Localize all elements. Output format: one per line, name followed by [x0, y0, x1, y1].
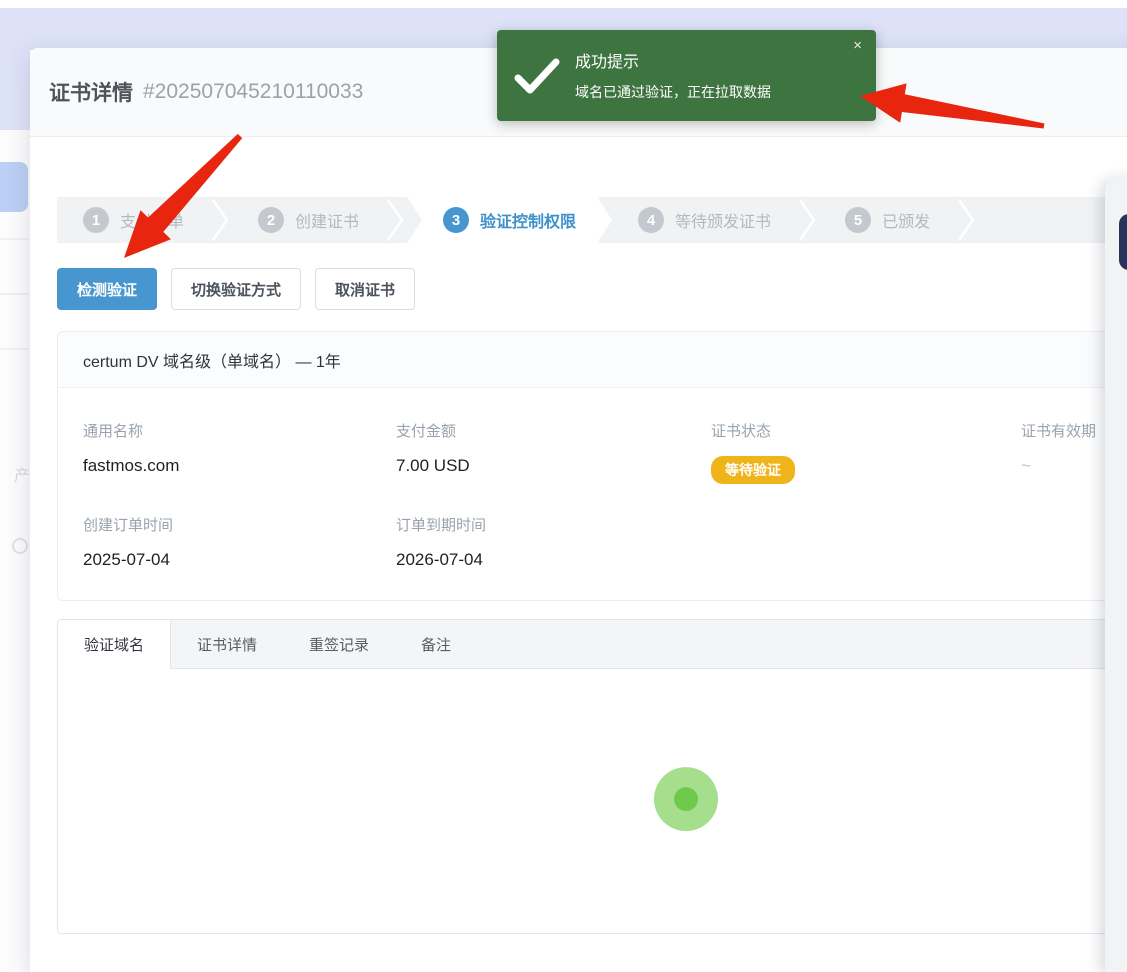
chevron-separator-icon [210, 197, 232, 243]
order-id: #202507045210110033 [143, 80, 363, 104]
tab-verify-domain[interactable]: 验证域名 [58, 620, 171, 669]
background-active-menu-item [0, 162, 28, 212]
step-pay-order: 1 支付订单 [57, 197, 210, 243]
step-create-cert: 2 创建证书 [232, 197, 385, 243]
modal-title: 证书详情 [49, 77, 133, 107]
field-cert-status: 证书状态 等待验证 [711, 420, 1021, 484]
field-value: 7.00 USD [396, 456, 711, 476]
field-payment-amount: 支付金额 7.00 USD [396, 420, 711, 484]
certificate-fields-grid: 通用名称 fastmos.com 支付金额 7.00 USD 证书状态 等待验证… [58, 388, 1127, 600]
cancel-certificate-button[interactable]: 取消证书 [315, 268, 415, 310]
step-issued: 5 已颁发 [819, 197, 956, 243]
step-number-badge: 3 [443, 207, 469, 233]
field-label: 订单到期时间 [396, 514, 711, 535]
tab-content-panel [58, 669, 1127, 933]
loading-spinner [654, 767, 718, 831]
background-banner-left [0, 50, 30, 130]
background-divider [0, 348, 29, 350]
chevron-separator-icon [385, 197, 407, 243]
step-number-badge: 5 [845, 207, 871, 233]
field-value: fastmos.com [83, 456, 396, 476]
tab-bar: 验证域名 证书详情 重签记录 备注 [58, 620, 1127, 669]
background-divider [0, 293, 29, 295]
step-verify-control: 3 验证控制权限 [407, 197, 612, 243]
step-number-badge: 4 [638, 207, 664, 233]
field-label: 支付金额 [396, 420, 711, 441]
switch-verification-method-button[interactable]: 切换验证方式 [171, 268, 301, 310]
background-search-icon [12, 538, 28, 554]
side-panel-button[interactable] [1119, 214, 1127, 270]
check-verification-button[interactable]: 检测验证 [57, 268, 157, 310]
background-text-fragment: 产 [14, 462, 30, 486]
background-top-strip [0, 0, 1127, 8]
tab-cert-details[interactable]: 证书详情 [171, 620, 283, 668]
field-label: 创建订单时间 [83, 514, 396, 535]
loading-spinner-core [674, 787, 698, 811]
step-wait-issue: 4 等待颁发证书 [612, 197, 797, 243]
success-toast: 成功提示 域名已通过验证，正在拉取数据 × [497, 30, 876, 121]
tab-resign-records[interactable]: 重签记录 [283, 620, 395, 668]
field-common-name: 通用名称 fastmos.com [83, 420, 396, 484]
certificate-info-card: certum DV 域名级（单域名） — 1年 通用名称 fastmos.com… [57, 331, 1127, 601]
toast-title: 成功提示 [575, 48, 639, 72]
step-label: 已颁发 [882, 208, 930, 232]
success-check-icon [513, 56, 561, 101]
field-value: 2026-07-04 [396, 550, 711, 570]
modal-body: 1 支付订单 2 创建证书 3 验证控制权限 4 等待颁发证书 [30, 197, 1127, 934]
tab-remarks[interactable]: 备注 [395, 620, 477, 668]
field-value: 2025-07-04 [83, 550, 396, 570]
step-label: 支付订单 [120, 208, 184, 232]
step-number-badge: 2 [258, 207, 284, 233]
action-button-row: 检测验证 切换验证方式 取消证书 [57, 268, 1127, 310]
close-icon[interactable]: × [853, 38, 862, 53]
toast-message: 域名已通过验证，正在拉取数据 [575, 82, 771, 102]
step-label: 创建证书 [295, 208, 359, 232]
step-label: 等待颁发证书 [675, 208, 771, 232]
field-label: 证书状态 [711, 420, 1021, 441]
floating-side-panel [1105, 177, 1127, 972]
step-label: 验证控制权限 [480, 208, 576, 232]
certificate-product-title: certum DV 域名级（单域名） — 1年 [58, 332, 1127, 388]
status-badge: 等待验证 [711, 456, 795, 484]
field-order-created: 创建订单时间 2025-07-04 [83, 514, 396, 570]
chevron-separator-icon [956, 197, 978, 243]
background-divider [0, 238, 29, 240]
step-number-badge: 1 [83, 207, 109, 233]
detail-tabs: 验证域名 证书详情 重签记录 备注 [57, 619, 1127, 934]
field-label: 通用名称 [83, 420, 396, 441]
chevron-separator-icon [797, 197, 819, 243]
field-order-expiry: 订单到期时间 2026-07-04 [396, 514, 711, 570]
progress-stepper: 1 支付订单 2 创建证书 3 验证控制权限 4 等待颁发证书 [57, 197, 1127, 243]
certificate-detail-modal: 证书详情 #202507045210110033 1 支付订单 2 创建证书 3… [30, 48, 1127, 972]
